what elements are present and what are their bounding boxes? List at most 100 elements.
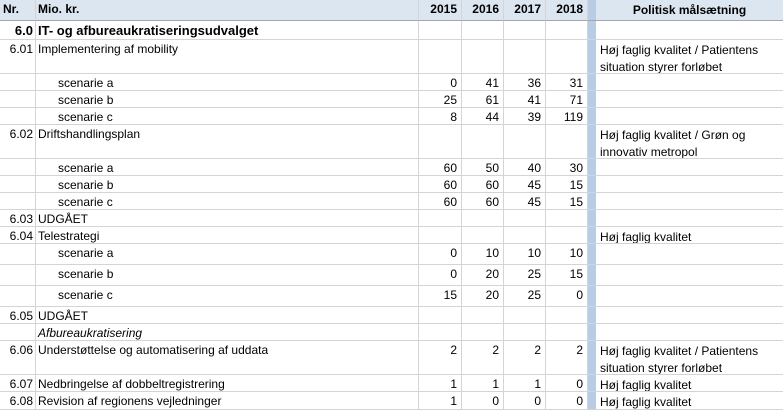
value-cell-2016[interactable]: 0 <box>462 392 504 410</box>
row-number-cell[interactable] <box>0 159 36 176</box>
value-cell-2018[interactable] <box>546 125 588 159</box>
row-number-cell[interactable]: 6.08 <box>0 392 36 410</box>
header-year-2016[interactable]: 2016 <box>462 0 504 21</box>
value-cell-2018[interactable]: 0 <box>546 392 588 410</box>
policy-cell[interactable]: Høj faglig kvalitet / Patientens situatio… <box>596 40 783 74</box>
value-cell-2018[interactable] <box>546 227 588 244</box>
value-cell-2018[interactable] <box>546 307 588 324</box>
value-cell-2017[interactable]: 40 <box>504 159 546 176</box>
value-cell-2015[interactable]: 0 <box>419 265 462 286</box>
value-cell-2015[interactable]: 2 <box>419 341 462 375</box>
value-cell-2016[interactable]: 60 <box>462 176 504 193</box>
value-cell-2016[interactable]: 2 <box>462 341 504 375</box>
value-cell-2017[interactable]: 0 <box>504 392 546 410</box>
row-number-cell[interactable] <box>0 74 36 91</box>
value-cell-2015[interactable] <box>419 307 462 324</box>
value-cell-2017[interactable]: 39 <box>504 108 546 125</box>
row-description-cell[interactable]: UDGÅET <box>36 210 419 227</box>
policy-cell[interactable] <box>596 193 783 210</box>
row-description-cell[interactable]: scenarie a <box>36 244 419 265</box>
value-cell-2017[interactable] <box>504 125 546 159</box>
policy-cell[interactable] <box>596 265 783 286</box>
row-number-cell[interactable] <box>0 324 36 341</box>
row-number-cell[interactable] <box>0 91 36 108</box>
value-cell-2017[interactable] <box>504 227 546 244</box>
value-cell-2018[interactable]: 0 <box>546 286 588 307</box>
value-cell-2018[interactable] <box>546 40 588 74</box>
value-cell-2016[interactable]: 20 <box>462 286 504 307</box>
value-cell-2017[interactable]: 1 <box>504 375 546 392</box>
header-year-2018[interactable]: 2018 <box>546 0 588 21</box>
header-policy[interactable]: Politisk målsætning <box>596 0 783 21</box>
policy-cell[interactable] <box>596 324 783 341</box>
header-nr[interactable]: Nr. <box>0 0 36 21</box>
value-cell-2018[interactable]: 2 <box>546 341 588 375</box>
value-cell-2017[interactable]: 2 <box>504 341 546 375</box>
row-description-cell[interactable]: scenarie b <box>36 265 419 286</box>
value-cell-2018[interactable]: 15 <box>546 265 588 286</box>
row-description-cell[interactable]: scenarie c <box>36 193 419 210</box>
row-number-cell[interactable]: 6.01 <box>0 40 36 74</box>
header-description[interactable]: Mio. kr. <box>36 0 419 21</box>
row-number-cell[interactable] <box>0 193 36 210</box>
row-description-cell[interactable]: Driftshandlingsplan <box>36 125 419 159</box>
row-description-cell[interactable]: UDGÅET <box>36 307 419 324</box>
row-number-cell[interactable] <box>0 244 36 265</box>
value-cell-2016[interactable] <box>462 307 504 324</box>
value-cell-2018[interactable] <box>546 324 588 341</box>
policy-cell[interactable] <box>596 108 783 125</box>
value-cell-2016[interactable]: 1 <box>462 375 504 392</box>
value-cell-2016[interactable] <box>462 324 504 341</box>
header-year-2017[interactable]: 2017 <box>504 0 546 21</box>
value-cell-2018[interactable] <box>546 210 588 227</box>
value-cell-2015[interactable]: 1 <box>419 392 462 410</box>
value-cell-2018[interactable]: 71 <box>546 91 588 108</box>
value-cell-2017[interactable] <box>504 21 546 40</box>
row-number-cell[interactable]: 6.05 <box>0 307 36 324</box>
value-cell-2017[interactable]: 10 <box>504 244 546 265</box>
value-cell-2015[interactable]: 1 <box>419 375 462 392</box>
policy-cell[interactable] <box>596 210 783 227</box>
value-cell-2015[interactable] <box>419 324 462 341</box>
row-number-cell[interactable]: 6.03 <box>0 210 36 227</box>
value-cell-2015[interactable] <box>419 21 462 40</box>
value-cell-2016[interactable]: 41 <box>462 74 504 91</box>
row-description-cell[interactable]: scenarie c <box>36 108 419 125</box>
policy-cell[interactable]: Høj faglig kvalitet <box>596 375 783 392</box>
value-cell-2017[interactable]: 41 <box>504 91 546 108</box>
value-cell-2017[interactable]: 36 <box>504 74 546 91</box>
value-cell-2015[interactable]: 0 <box>419 244 462 265</box>
value-cell-2016[interactable]: 61 <box>462 91 504 108</box>
value-cell-2015[interactable]: 15 <box>419 286 462 307</box>
value-cell-2015[interactable]: 25 <box>419 91 462 108</box>
row-number-cell[interactable] <box>0 108 36 125</box>
value-cell-2016[interactable] <box>462 227 504 244</box>
row-description-cell[interactable]: Nedbringelse af dobbeltregistrering <box>36 375 419 392</box>
value-cell-2018[interactable]: 30 <box>546 159 588 176</box>
value-cell-2018[interactable]: 31 <box>546 74 588 91</box>
policy-cell[interactable] <box>596 159 783 176</box>
policy-cell[interactable] <box>596 286 783 307</box>
value-cell-2018[interactable]: 15 <box>546 193 588 210</box>
value-cell-2016[interactable] <box>462 40 504 74</box>
value-cell-2017[interactable]: 45 <box>504 193 546 210</box>
row-description-cell[interactable]: Revision af regionens vejledninger <box>36 392 419 410</box>
value-cell-2016[interactable]: 20 <box>462 265 504 286</box>
value-cell-2015[interactable]: 60 <box>419 176 462 193</box>
row-description-cell[interactable]: scenarie b <box>36 91 419 108</box>
value-cell-2017[interactable] <box>504 40 546 74</box>
value-cell-2017[interactable]: 45 <box>504 176 546 193</box>
row-description-cell[interactable]: Afbureaukratisering <box>36 324 419 341</box>
value-cell-2016[interactable]: 50 <box>462 159 504 176</box>
row-description-cell[interactable]: Telestrategi <box>36 227 419 244</box>
row-number-cell[interactable]: 6.07 <box>0 375 36 392</box>
policy-cell[interactable] <box>596 244 783 265</box>
row-number-cell[interactable] <box>0 286 36 307</box>
row-number-cell[interactable]: 6.04 <box>0 227 36 244</box>
value-cell-2017[interactable]: 25 <box>504 265 546 286</box>
row-number-cell[interactable]: 6.02 <box>0 125 36 159</box>
value-cell-2015[interactable] <box>419 227 462 244</box>
row-number-cell[interactable] <box>0 265 36 286</box>
value-cell-2018[interactable]: 15 <box>546 176 588 193</box>
policy-cell[interactable] <box>596 21 783 40</box>
